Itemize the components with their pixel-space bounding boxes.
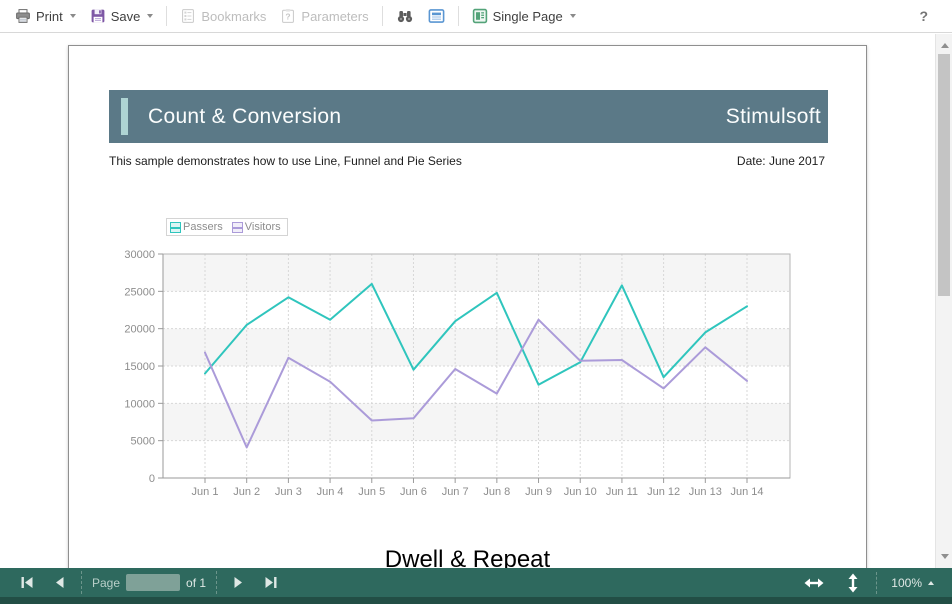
legend-item-visitors: Visitors (232, 221, 281, 233)
reading-pane-icon (428, 8, 445, 24)
fit-width-icon (804, 576, 824, 590)
zoom-value: 100% (891, 576, 922, 590)
print-label: Print (36, 9, 63, 24)
last-page-icon (264, 576, 278, 589)
reading-pane-button[interactable] (421, 4, 452, 28)
svg-text:Jun 8: Jun 8 (483, 486, 510, 498)
svg-text:Jun 10: Jun 10 (564, 486, 597, 498)
caret-down-icon (70, 14, 76, 18)
single-page-icon (472, 8, 488, 24)
page-count-label: of 1 (186, 576, 206, 590)
next-page-icon (233, 576, 244, 589)
caret-down-icon (147, 14, 153, 18)
parameters-button[interactable]: ? Parameters (273, 4, 375, 28)
svg-text:?: ? (286, 12, 291, 22)
svg-text:Jun 13: Jun 13 (689, 486, 722, 498)
fit-width-button[interactable] (798, 572, 830, 594)
bookmarks-page-icon (180, 8, 196, 24)
toolbar-separator (166, 6, 167, 26)
svg-text:30000: 30000 (124, 249, 155, 261)
svg-text:Jun 5: Jun 5 (358, 486, 385, 498)
svg-text:25000: 25000 (124, 286, 155, 298)
floppy-disk-icon (90, 8, 106, 24)
last-page-button[interactable] (258, 572, 284, 593)
page-navigation: Page of 1 (92, 574, 206, 591)
fit-height-icon (846, 573, 860, 593)
svg-text:0: 0 (149, 473, 155, 485)
parameters-label: Parameters (301, 9, 368, 24)
fit-height-button[interactable] (840, 569, 866, 597)
statusbar-separator (216, 571, 217, 594)
previous-page-icon (54, 576, 65, 589)
svg-text:20000: 20000 (124, 324, 155, 336)
bookmarks-button[interactable]: Bookmarks (173, 4, 273, 28)
svg-text:Jun 1: Jun 1 (192, 486, 219, 498)
report-subtitle-row: This sample demonstrates how to use Line… (109, 154, 825, 168)
svg-text:5000: 5000 (131, 436, 155, 448)
next-section-title: Dwell & Repeat (69, 546, 866, 568)
legend-item-passers: Passers (170, 221, 223, 233)
page-number-input[interactable] (126, 574, 180, 591)
bottom-toolbar: Page of 1 100% (0, 568, 952, 604)
page-label: Page (92, 576, 120, 590)
binoculars-icon (396, 8, 414, 24)
bookmarks-label: Bookmarks (201, 9, 266, 24)
first-page-icon (20, 576, 34, 589)
viewer-area: Count & Conversion Stimulsoft This sampl… (0, 34, 952, 568)
find-button[interactable] (389, 4, 421, 28)
chart-legend: Passers Visitors (166, 218, 288, 236)
scroll-down-icon[interactable] (941, 554, 949, 559)
report-title: Count & Conversion (148, 105, 341, 129)
save-label: Save (111, 9, 141, 24)
svg-text:Jun 12: Jun 12 (647, 486, 680, 498)
svg-text:Jun 2: Jun 2 (233, 486, 260, 498)
scroll-up-icon[interactable] (941, 43, 949, 48)
brand-name: Stimulsoft (726, 105, 821, 129)
svg-text:Jun 3: Jun 3 (275, 486, 302, 498)
legend-label: Visitors (245, 221, 281, 233)
report-subtitle: This sample demonstrates how to use Line… (109, 154, 462, 168)
caret-up-icon (928, 581, 934, 585)
report-header-band: Count & Conversion Stimulsoft (109, 90, 828, 143)
legend-swatch-icon (232, 222, 243, 233)
zoom-dropdown[interactable]: 100% (887, 572, 938, 594)
svg-text:Jun 14: Jun 14 (730, 486, 763, 498)
top-toolbar: Print Save (0, 0, 952, 33)
vertical-scrollbar[interactable] (935, 34, 952, 568)
save-button[interactable]: Save (83, 4, 161, 28)
view-mode-button[interactable]: Single Page (465, 4, 583, 28)
zoom-controls: 100% (798, 569, 938, 597)
svg-text:Jun 9: Jun 9 (525, 486, 552, 498)
svg-text:Jun 6: Jun 6 (400, 486, 427, 498)
print-button[interactable]: Print (8, 4, 83, 28)
report-date: Date: June 2017 (737, 154, 825, 168)
caret-down-icon (570, 14, 576, 18)
legend-label: Passers (183, 221, 223, 233)
svg-text:10000: 10000 (124, 398, 155, 410)
svg-text:15000: 15000 (124, 361, 155, 373)
line-chart: 0 5000 10000 15000 20000 25000 30000 Jun 1 Jun 2… (119, 246, 809, 508)
help-button[interactable]: ? (911, 4, 936, 28)
report-page: Count & Conversion Stimulsoft This sampl… (68, 45, 867, 568)
scrollbar-thumb[interactable] (938, 54, 950, 296)
statusbar-separator (81, 571, 82, 594)
report-viewer-window: Print Save (0, 0, 952, 604)
toolbar-separator (382, 6, 383, 26)
previous-page-button[interactable] (48, 572, 71, 593)
header-accent-bar (121, 98, 128, 135)
toolbar-separator (458, 6, 459, 26)
legend-swatch-icon (170, 222, 181, 233)
svg-text:Jun 11: Jun 11 (606, 486, 638, 498)
svg-text:Jun 7: Jun 7 (442, 486, 469, 498)
printer-icon (15, 8, 31, 24)
first-page-button[interactable] (14, 572, 40, 593)
next-page-button[interactable] (227, 572, 250, 593)
view-mode-label: Single Page (493, 9, 563, 24)
clipboard-question-icon: ? (280, 8, 296, 24)
svg-text:Jun 4: Jun 4 (317, 486, 344, 498)
statusbar-separator (876, 572, 877, 594)
